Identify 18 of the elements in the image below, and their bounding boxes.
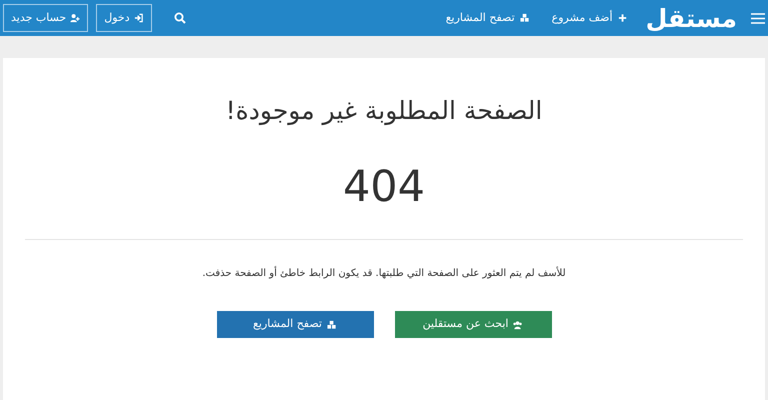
users-icon [513, 320, 524, 330]
error-message: للأسف لم يتم العثور على الصفحة التي طلبتها. قد يكون الرابط خاطئ أو الصفحة حذفت. [201, 266, 567, 281]
page-title: الصفحة المطلوبة غير موجودة! [224, 96, 544, 126]
nav-link[interactable]: تصفح المشاريع [446, 10, 530, 26]
logo[interactable]: مستقل [646, 6, 737, 30]
nav-link[interactable]: أضف مشروع [552, 10, 628, 26]
user-plus-icon [70, 13, 80, 23]
find-freelancers-button[interactable]: ابحث عن مستقلين [394, 311, 552, 338]
search-icon[interactable] [174, 12, 186, 24]
cubes-icon [326, 320, 337, 330]
menu-icon[interactable] [751, 12, 765, 24]
login-button[interactable]: دخول [96, 4, 152, 32]
browse-projects-button[interactable]: تصفح المشاريع [216, 311, 374, 338]
login-icon [134, 13, 144, 23]
cubes-icon [520, 13, 530, 23]
signup-button[interactable]: حساب جديد [3, 4, 88, 32]
plus-icon [618, 13, 628, 23]
error-code: 404 [342, 166, 426, 209]
